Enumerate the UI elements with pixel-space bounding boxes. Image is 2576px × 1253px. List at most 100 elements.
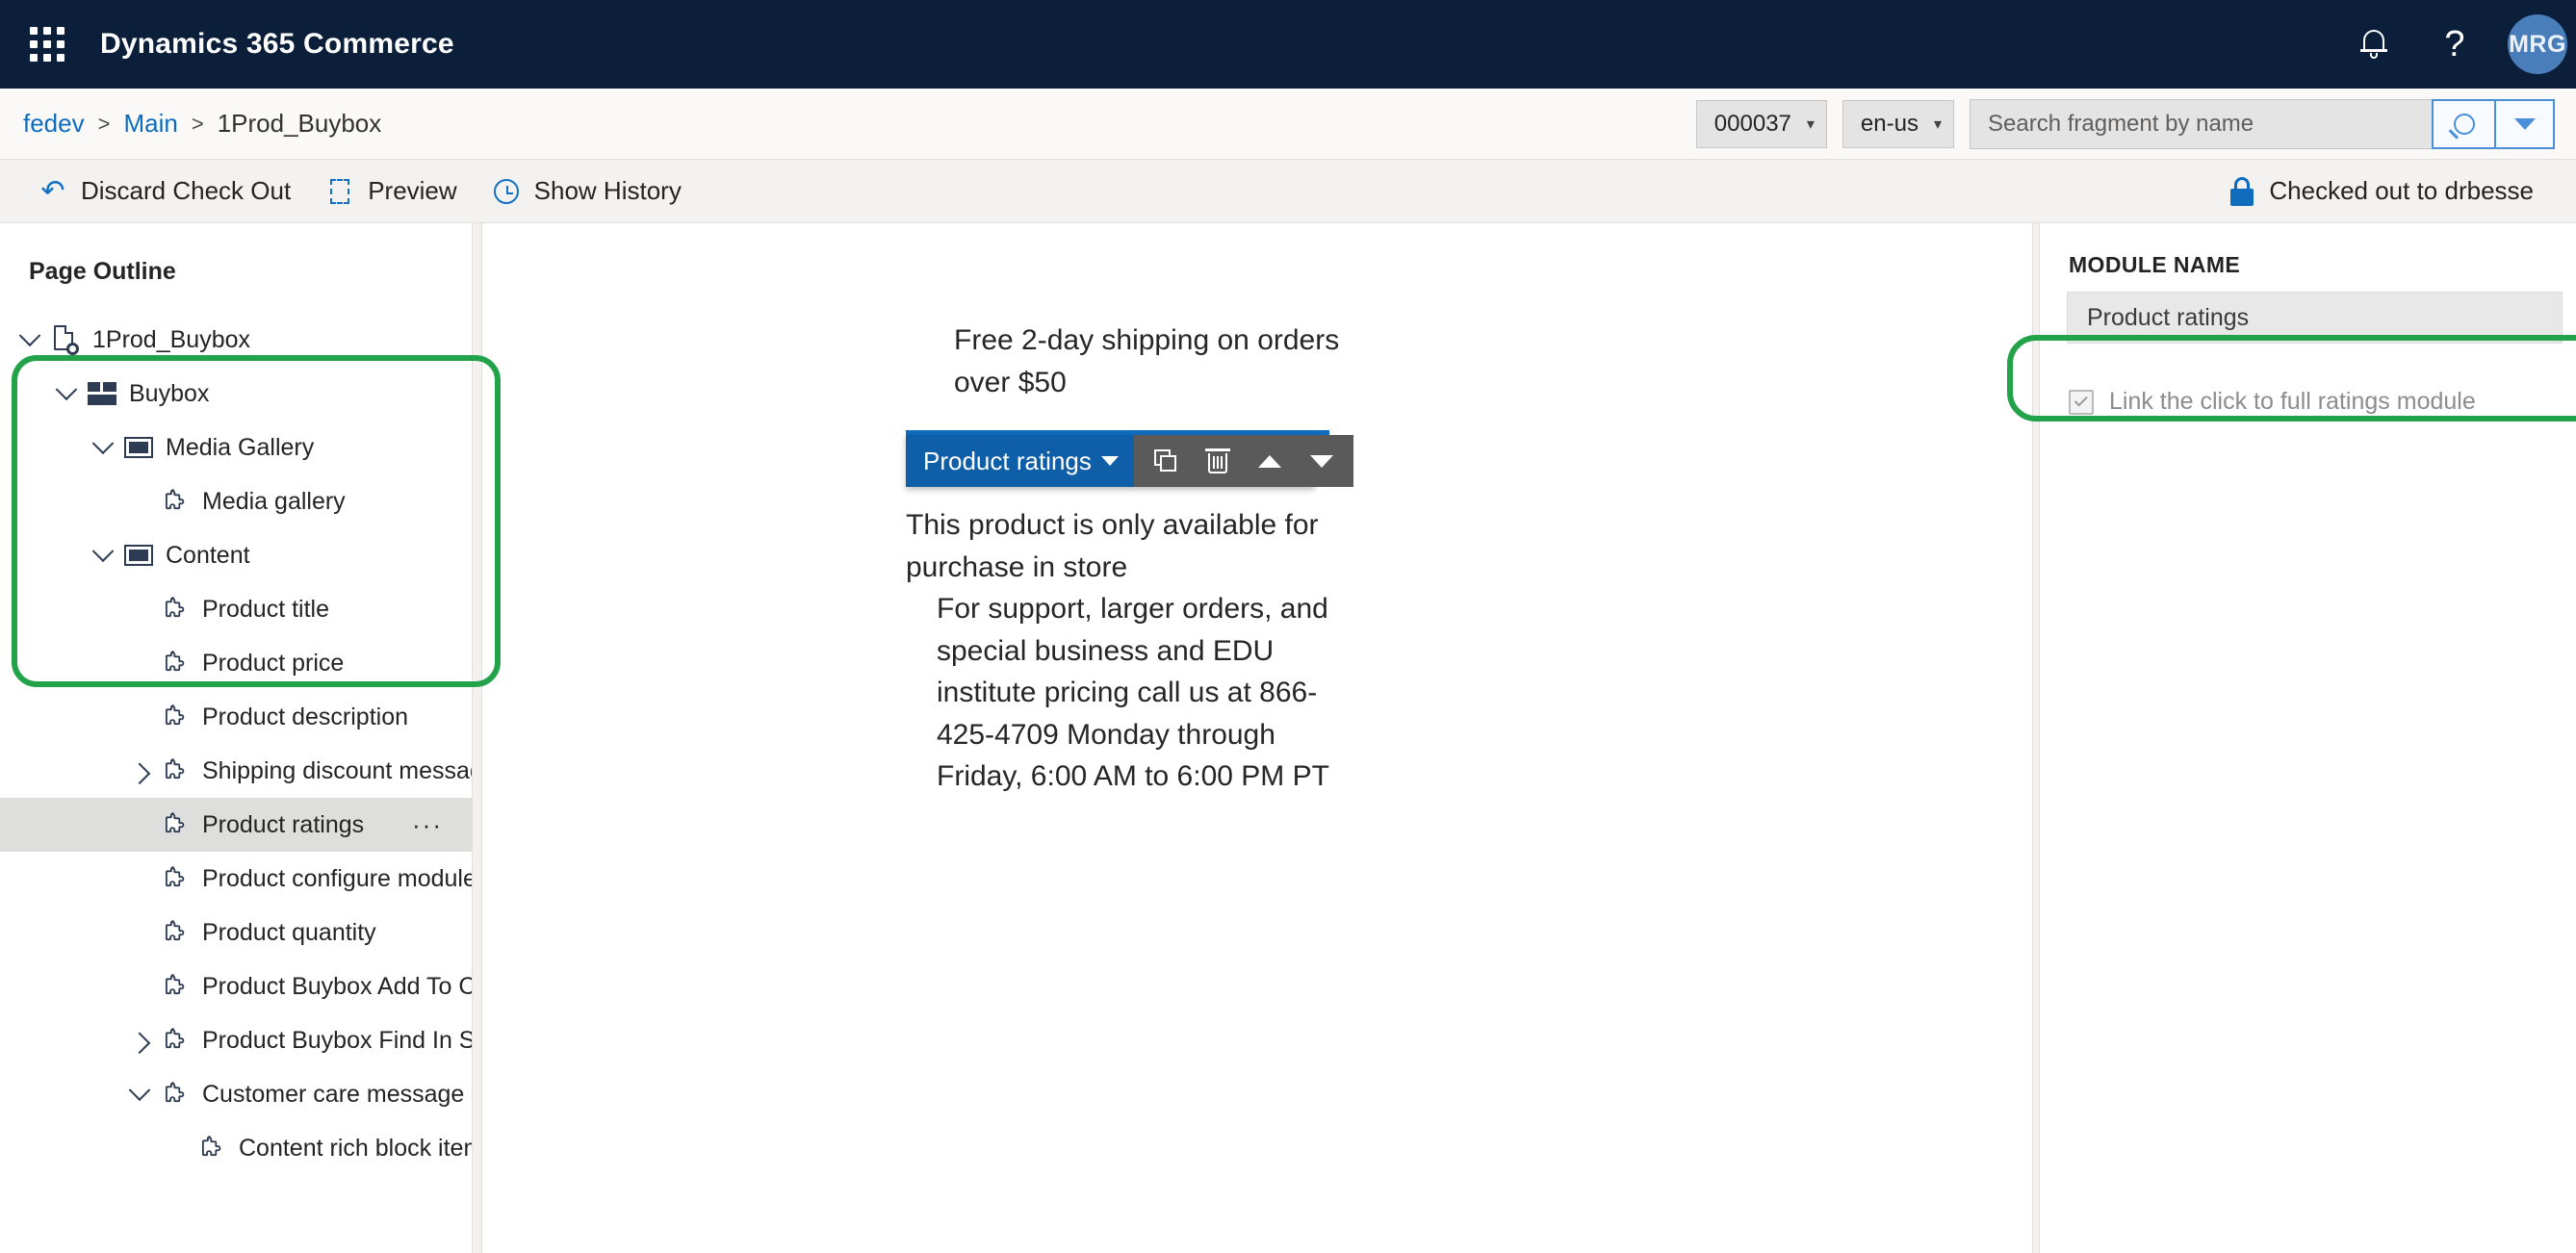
tree-item-icon (156, 812, 194, 837)
tree-item-product-description[interactable]: Product description (0, 690, 472, 744)
chevron-down-icon: ▾ (1806, 115, 1815, 133)
question-mark-icon[interactable]: ? (2414, 0, 2495, 89)
module-action-buttons (1133, 435, 1353, 487)
tree-item-media-gallery[interactable]: Media gallery (0, 474, 472, 528)
tree-item-buybox[interactable]: Buybox (0, 367, 472, 421)
chevron-down-icon[interactable] (123, 1079, 156, 1102)
module-properties-panel: MODULE NAME Product ratings Link the cli… (2039, 223, 2576, 1253)
command-bar: ↶ Discard Check Out Preview Show History… (0, 160, 2576, 223)
avatar-initials: MRG (2508, 14, 2567, 74)
search-input[interactable] (1970, 98, 2432, 149)
checkout-status: Checked out to drbesse (2230, 176, 2576, 206)
puzzle-icon (163, 866, 188, 891)
app-launcher-icon[interactable] (15, 0, 79, 89)
top-navigation-bar: Dynamics 365 Commerce ? MRG (0, 0, 2576, 89)
puzzle-icon (163, 1082, 188, 1107)
tree-item-shipping-discount-message[interactable]: Shipping discount message (0, 744, 472, 798)
tree-item-icon (119, 437, 158, 458)
puzzle-icon (163, 489, 188, 514)
tree-item-label: Media gallery (202, 487, 346, 515)
preview-button[interactable]: Preview (308, 160, 474, 223)
chevron-down-icon[interactable] (87, 540, 119, 563)
tree-item-product-title[interactable]: Product title (0, 582, 472, 636)
chevron-right-icon[interactable] (123, 762, 156, 785)
puzzle-icon (163, 920, 188, 945)
tree-item-product-configure-module[interactable]: Product configure module (0, 852, 472, 906)
discard-check-out-button[interactable]: ↶ Discard Check Out (21, 160, 308, 223)
lock-icon (2230, 176, 2254, 206)
duplicate-glyph (1153, 449, 1177, 473)
move-up-icon[interactable] (1244, 435, 1296, 487)
tree-item-product-price[interactable]: Product price (0, 636, 472, 690)
search-area (1970, 98, 2568, 149)
tree-item-content-rich-block-item-1[interactable]: Content rich block item 1 (0, 1121, 472, 1175)
preview-label: Preview (368, 176, 457, 205)
puzzle-icon (163, 704, 188, 729)
chevron-down-icon[interactable] (50, 378, 83, 401)
app-root: Dynamics 365 Commerce ? MRG fedev > Main… (0, 0, 2576, 1253)
tree-item-label: 1Prod_Buybox (92, 325, 251, 353)
chevron-right-icon[interactable] (123, 1032, 156, 1055)
link-click-checkbox-row[interactable]: Link the click to full ratings module (2069, 388, 2576, 416)
puzzle-icon (163, 1028, 188, 1053)
tree-item-icon (156, 489, 194, 514)
caret-down-icon (2513, 117, 2536, 130)
breadcrumb-item-main[interactable]: Main (123, 109, 177, 139)
tree-item-label: Content rich block item 1 (239, 1134, 472, 1162)
tree-item-media-gallery[interactable]: Media Gallery (0, 421, 472, 474)
page-outline-panel: Page Outline 1Prod_Buybox Buybox Media Gal… (0, 223, 473, 1253)
tree-item-icon (156, 704, 194, 729)
puzzle-icon (199, 1136, 224, 1161)
duplicate-icon[interactable] (1140, 435, 1192, 487)
tree-item-label: Product ratings (202, 810, 365, 838)
tree-item-customer-care-message[interactable]: Customer care message (0, 1067, 472, 1121)
page-preview-icon (325, 177, 354, 206)
tree-item-1prod-buybox[interactable]: 1Prod_Buybox (0, 313, 472, 367)
delete-icon[interactable] (1192, 435, 1244, 487)
tree-item-label: Media Gallery (166, 433, 315, 461)
breadcrumb-item-current: 1Prod_Buybox (217, 109, 382, 138)
bell-icon[interactable] (2333, 0, 2414, 89)
checkbox-icon[interactable] (2069, 389, 2094, 415)
module-toolbar: Product ratings (906, 435, 1353, 487)
module-name-section-label: MODULE NAME (2069, 252, 2241, 277)
chevron-down-icon[interactable] (87, 432, 119, 455)
locale-selector[interactable]: en-us ▾ (1842, 99, 1954, 148)
move-down-icon[interactable] (1296, 435, 1348, 487)
search-dropdown-button[interactable] (2495, 98, 2555, 149)
search-icon[interactable] (2432, 98, 2495, 149)
puzzle-icon (163, 812, 188, 837)
shipping-discount-message[interactable]: Free 2-day shipping on orders over $50 (906, 223, 1358, 403)
avatar[interactable]: MRG (2495, 0, 2576, 89)
undo-icon: ↶ (40, 174, 65, 207)
page-settings-icon (54, 325, 79, 355)
tree-item-icon (83, 382, 121, 405)
tree-item-icon (156, 866, 194, 891)
move-down-glyph (1309, 454, 1333, 468)
container-icon (124, 545, 153, 566)
store-availability-message[interactable]: This product is only available for purch… (906, 504, 1358, 588)
trash-glyph (1204, 448, 1230, 473)
customer-care-message[interactable]: For support, larger orders, and special … (937, 588, 1358, 798)
tree-item-product-buybox-add-to-cart[interactable]: Product Buybox Add To Cart (0, 959, 472, 1013)
bell-glyph (2360, 30, 2387, 59)
tree-item-label: Product description (202, 703, 409, 730)
chevron-down-icon[interactable] (13, 324, 46, 347)
tree-item-content[interactable]: Content (0, 528, 472, 582)
tree-item-label: Product Buybox Find In Store (202, 1026, 472, 1054)
show-history-button[interactable]: Show History (475, 160, 699, 223)
breadcrumb-item-fedev[interactable]: fedev (23, 109, 85, 139)
channel-selector[interactable]: 000037 ▾ (1695, 99, 1827, 148)
tree-item-product-quantity[interactable]: Product quantity (0, 906, 472, 959)
tree-item-label: Buybox (129, 379, 210, 407)
tree-item-product-ratings[interactable]: Product ratings ··· (0, 798, 472, 852)
tree-item-icon (156, 758, 194, 783)
module-name-field[interactable]: Product ratings (2067, 292, 2563, 344)
module-name-dropdown[interactable]: Product ratings (906, 435, 1134, 487)
channel-selector-value: 000037 (1713, 110, 1791, 137)
breadcrumb-separator: > (97, 111, 111, 136)
puzzle-icon (163, 974, 188, 999)
tree-item-overflow-menu[interactable]: ··· (412, 810, 443, 840)
container-icon (124, 437, 153, 458)
tree-item-product-buybox-find-in-store[interactable]: Product Buybox Find In Store (0, 1013, 472, 1067)
